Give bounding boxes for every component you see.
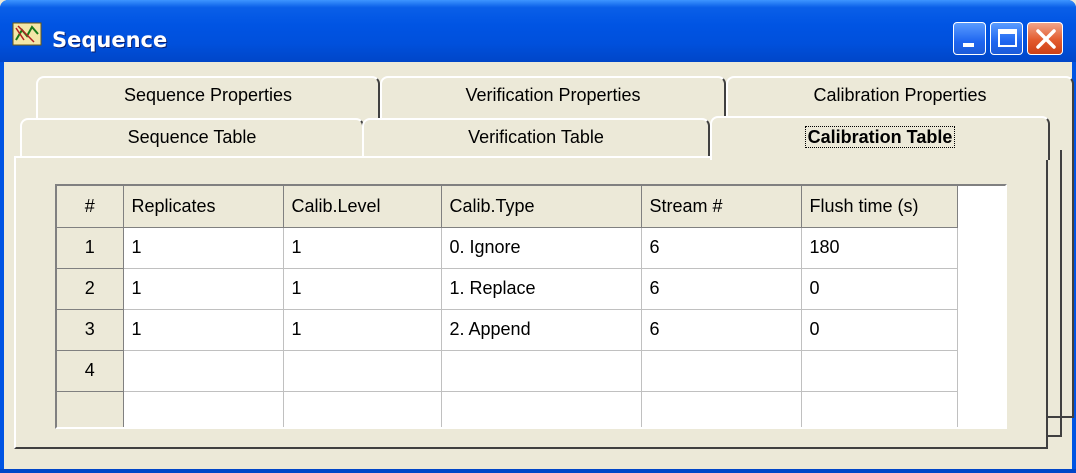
row-number[interactable]: 2 — [57, 268, 124, 310]
column-header-calib-type[interactable]: Calib.Type — [441, 186, 642, 228]
cell-flush-time[interactable]: 0 — [801, 268, 958, 310]
row-number[interactable]: 3 — [57, 309, 124, 351]
row-number-header: # — [57, 186, 124, 228]
table-row: 1 1 1 0. Ignore 6 180 — [57, 227, 958, 269]
tab-label: Calibration Properties — [813, 85, 987, 105]
minimize-icon — [963, 43, 974, 47]
cell-calib-level[interactable] — [283, 350, 442, 392]
cell-flush-time[interactable]: 0 — [801, 309, 958, 351]
row-number[interactable]: 1 — [57, 227, 124, 269]
cell-calib-level[interactable] — [283, 391, 442, 427]
column-header-calib-level[interactable]: Calib.Level — [283, 186, 442, 228]
cell-calib-level[interactable]: 1 — [283, 227, 442, 269]
row-number[interactable]: 4 — [57, 350, 124, 392]
tab-label: Calibration Table — [804, 126, 956, 148]
sequence-window: Sequence Sequence Properties Verificatio… — [0, 0, 1076, 473]
cell-stream[interactable]: 6 — [641, 268, 802, 310]
window-frame-bottom — [0, 469, 1076, 473]
tab-verification-properties[interactable]: Verification Properties — [380, 76, 726, 118]
minimize-button[interactable] — [953, 22, 986, 55]
tab-sequence-table[interactable]: Sequence Table — [20, 118, 364, 160]
calibration-table: # Replicates Calib.Level Calib.Type Stre… — [57, 186, 958, 427]
row-number[interactable] — [57, 391, 124, 427]
column-header-flush-time[interactable]: Flush time (s) — [801, 186, 958, 228]
cell-replicates[interactable] — [123, 350, 284, 392]
title-bar[interactable]: Sequence — [0, 0, 1076, 62]
cell-stream[interactable] — [641, 391, 802, 427]
table-row: 2 1 1 1. Replace 6 0 — [57, 268, 958, 310]
cell-replicates[interactable] — [123, 391, 284, 427]
tab-label: Verification Table — [468, 127, 604, 147]
cell-calib-type[interactable]: 2. Append — [441, 309, 642, 351]
cell-calib-type[interactable] — [441, 391, 642, 427]
cell-flush-time[interactable] — [801, 350, 958, 392]
tab-verification-table[interactable]: Verification Table — [362, 118, 710, 160]
calibration-table-grid[interactable]: # Replicates Calib.Level Calib.Type Stre… — [55, 184, 1007, 429]
cell-stream[interactable] — [641, 350, 802, 392]
cell-replicates[interactable]: 1 — [123, 268, 284, 310]
column-header-stream[interactable]: Stream # — [641, 186, 802, 228]
tab-label: Sequence Table — [127, 127, 257, 147]
table-row — [57, 391, 958, 427]
tab-label: Sequence Properties — [123, 85, 293, 105]
cell-stream[interactable]: 6 — [641, 309, 802, 351]
maximize-icon — [998, 29, 1017, 47]
close-icon — [1036, 29, 1056, 49]
cell-calib-type[interactable] — [441, 350, 642, 392]
sequence-app-icon — [12, 22, 42, 46]
cell-replicates[interactable]: 1 — [123, 309, 284, 351]
tab-sequence-properties[interactable]: Sequence Properties — [36, 76, 380, 118]
cell-calib-type[interactable]: 0. Ignore — [441, 227, 642, 269]
cell-flush-time[interactable] — [801, 391, 958, 427]
cell-replicates[interactable]: 1 — [123, 227, 284, 269]
tab-calibration-properties[interactable]: Calibration Properties — [726, 76, 1074, 118]
table-row: 3 1 1 2. Append 6 0 — [57, 309, 958, 351]
cell-stream[interactable]: 6 — [641, 227, 802, 269]
cell-flush-time[interactable]: 180 — [801, 227, 958, 269]
tab-label: Verification Properties — [465, 85, 641, 105]
cell-calib-type[interactable]: 1. Replace — [441, 268, 642, 310]
cell-calib-level[interactable]: 1 — [283, 309, 442, 351]
header-row: # Replicates Calib.Level Calib.Type Stre… — [57, 186, 958, 228]
column-header-replicates[interactable]: Replicates — [123, 186, 284, 228]
window-title: Sequence — [52, 28, 168, 52]
table-row: 4 — [57, 350, 958, 392]
maximize-button[interactable] — [990, 22, 1023, 55]
close-button[interactable] — [1027, 22, 1063, 55]
cell-calib-level[interactable]: 1 — [283, 268, 442, 310]
tab-calibration-table[interactable]: Calibration Table — [710, 116, 1050, 160]
